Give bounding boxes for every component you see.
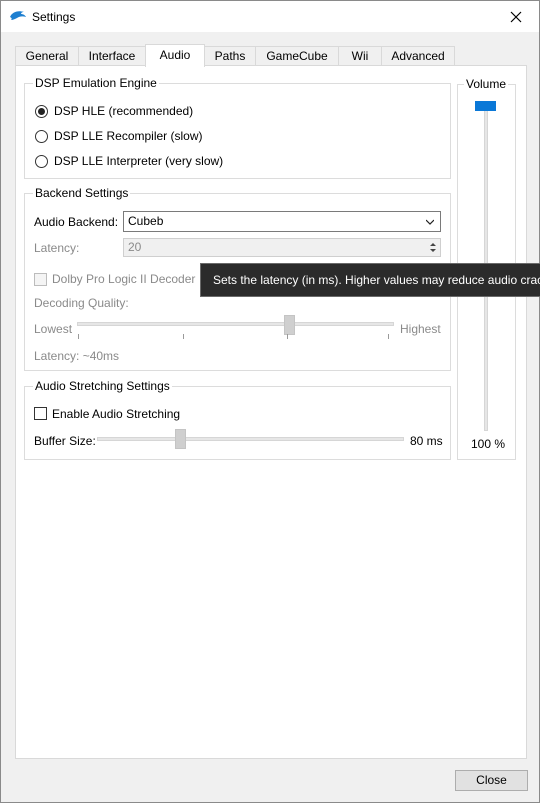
decoding-quality-slider[interactable] [284,315,296,335]
slider-tick [78,334,79,339]
quality-min-label: Lowest [34,322,73,336]
tab-paths[interactable]: Paths [204,46,256,66]
tab-label: Paths [214,49,246,63]
tab-label: Interface [88,49,136,63]
window-title: Settings [32,10,76,24]
decoding-quality-label: Decoding Quality: [34,296,129,310]
radio-dsp-hle[interactable]: DSP HLE (recommended) [35,104,193,118]
tab-general[interactable]: General [15,46,79,66]
latency-tooltip: Sets the latency (in ms). Higher values … [200,263,540,297]
tab-label: GameCube [266,49,328,63]
settings-window: Settings General Interface Audio Paths G… [0,0,540,803]
enable-audio-stretching-checkbox[interactable] [34,407,47,420]
tab-advanced[interactable]: Advanced [381,46,455,66]
window-close-button[interactable] [493,1,539,32]
latency-spinbox[interactable]: 20 [123,238,441,257]
tab-wii[interactable]: Wii [338,46,382,66]
radio-dsp-lle-recompiler[interactable]: DSP LLE Recompiler (slow) [35,129,203,143]
tab-label: Advanced [391,49,445,63]
audio-stretching-group: Audio Stretching Settings [24,379,451,460]
group-title: DSP Emulation Engine [33,76,159,90]
buffer-size-value: 80 ms [410,434,443,448]
dolby-checkbox[interactable] [34,273,47,286]
radio-dsp-lle-interpreter[interactable]: DSP LLE Interpreter (very slow) [35,154,223,168]
tab-label: General [25,49,69,63]
group-title: Volume [464,77,509,91]
dolphin-app-icon [10,11,26,20]
chevron-down-icon [426,219,434,225]
tab-audio[interactable]: Audio [145,44,205,67]
slider-tick [287,334,288,339]
spin-arrows-icon[interactable] [429,241,437,254]
latency-label: Latency: [34,241,80,255]
buffer-size-label: Buffer Size: [34,434,96,448]
group-title: Audio Stretching Settings [33,379,172,393]
tab-interface[interactable]: Interface [78,46,146,66]
tab-gamecube[interactable]: GameCube [255,46,339,66]
title-bar: Settings [1,1,539,32]
tab-label: Audio [159,48,191,62]
dsp-emulation-group: DSP Emulation Engine DSP HLE (recommende… [24,76,451,179]
audio-backend-label: Audio Backend: [34,215,119,229]
volume-slider[interactable] [475,101,496,111]
dropdown-value: Cubeb [128,214,164,228]
decoding-quality-track [77,322,394,326]
volume-value: 100 % [471,437,506,451]
spinbox-value: 20 [128,240,142,254]
slider-tick [183,334,184,339]
buffer-size-slider[interactable] [174,429,186,449]
close-button-label: Close [476,773,507,787]
radio-indicator[interactable] [35,129,48,143]
dolby-label: Dolby Pro Logic II Decoder [52,272,196,286]
radio-indicator[interactable] [35,154,48,168]
radio-label: DSP HLE (recommended) [54,104,194,118]
latency-readout: Latency: ~40ms [34,349,120,363]
radio-label: DSP LLE Recompiler (slow) [54,129,203,143]
buffer-size-track [97,437,404,441]
close-button[interactable]: Close [455,770,528,791]
group-title: Backend Settings [33,186,131,200]
enable-audio-stretching-label: Enable Audio Stretching [52,407,181,421]
quality-max-label: Highest [400,322,441,336]
slider-tick [388,334,389,339]
audio-backend-dropdown[interactable]: Cubeb [123,211,441,232]
radio-indicator[interactable] [35,104,48,118]
radio-label: DSP LLE Interpreter (very slow) [54,154,224,168]
tab-label: Wii [351,49,369,63]
close-icon [510,11,522,22]
